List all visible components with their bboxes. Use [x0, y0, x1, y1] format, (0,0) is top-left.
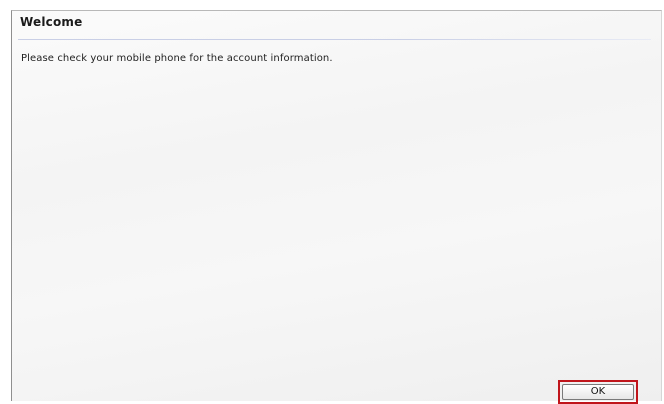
welcome-dialog: Welcome Please check your mobile phone f… [11, 10, 662, 404]
ok-button[interactable]: OK [562, 384, 634, 400]
dialog-title: Welcome [20, 15, 83, 29]
dialog-message: Please check your mobile phone for the a… [21, 53, 333, 64]
ok-button-highlight: OK [558, 380, 638, 404]
title-divider [18, 39, 651, 40]
